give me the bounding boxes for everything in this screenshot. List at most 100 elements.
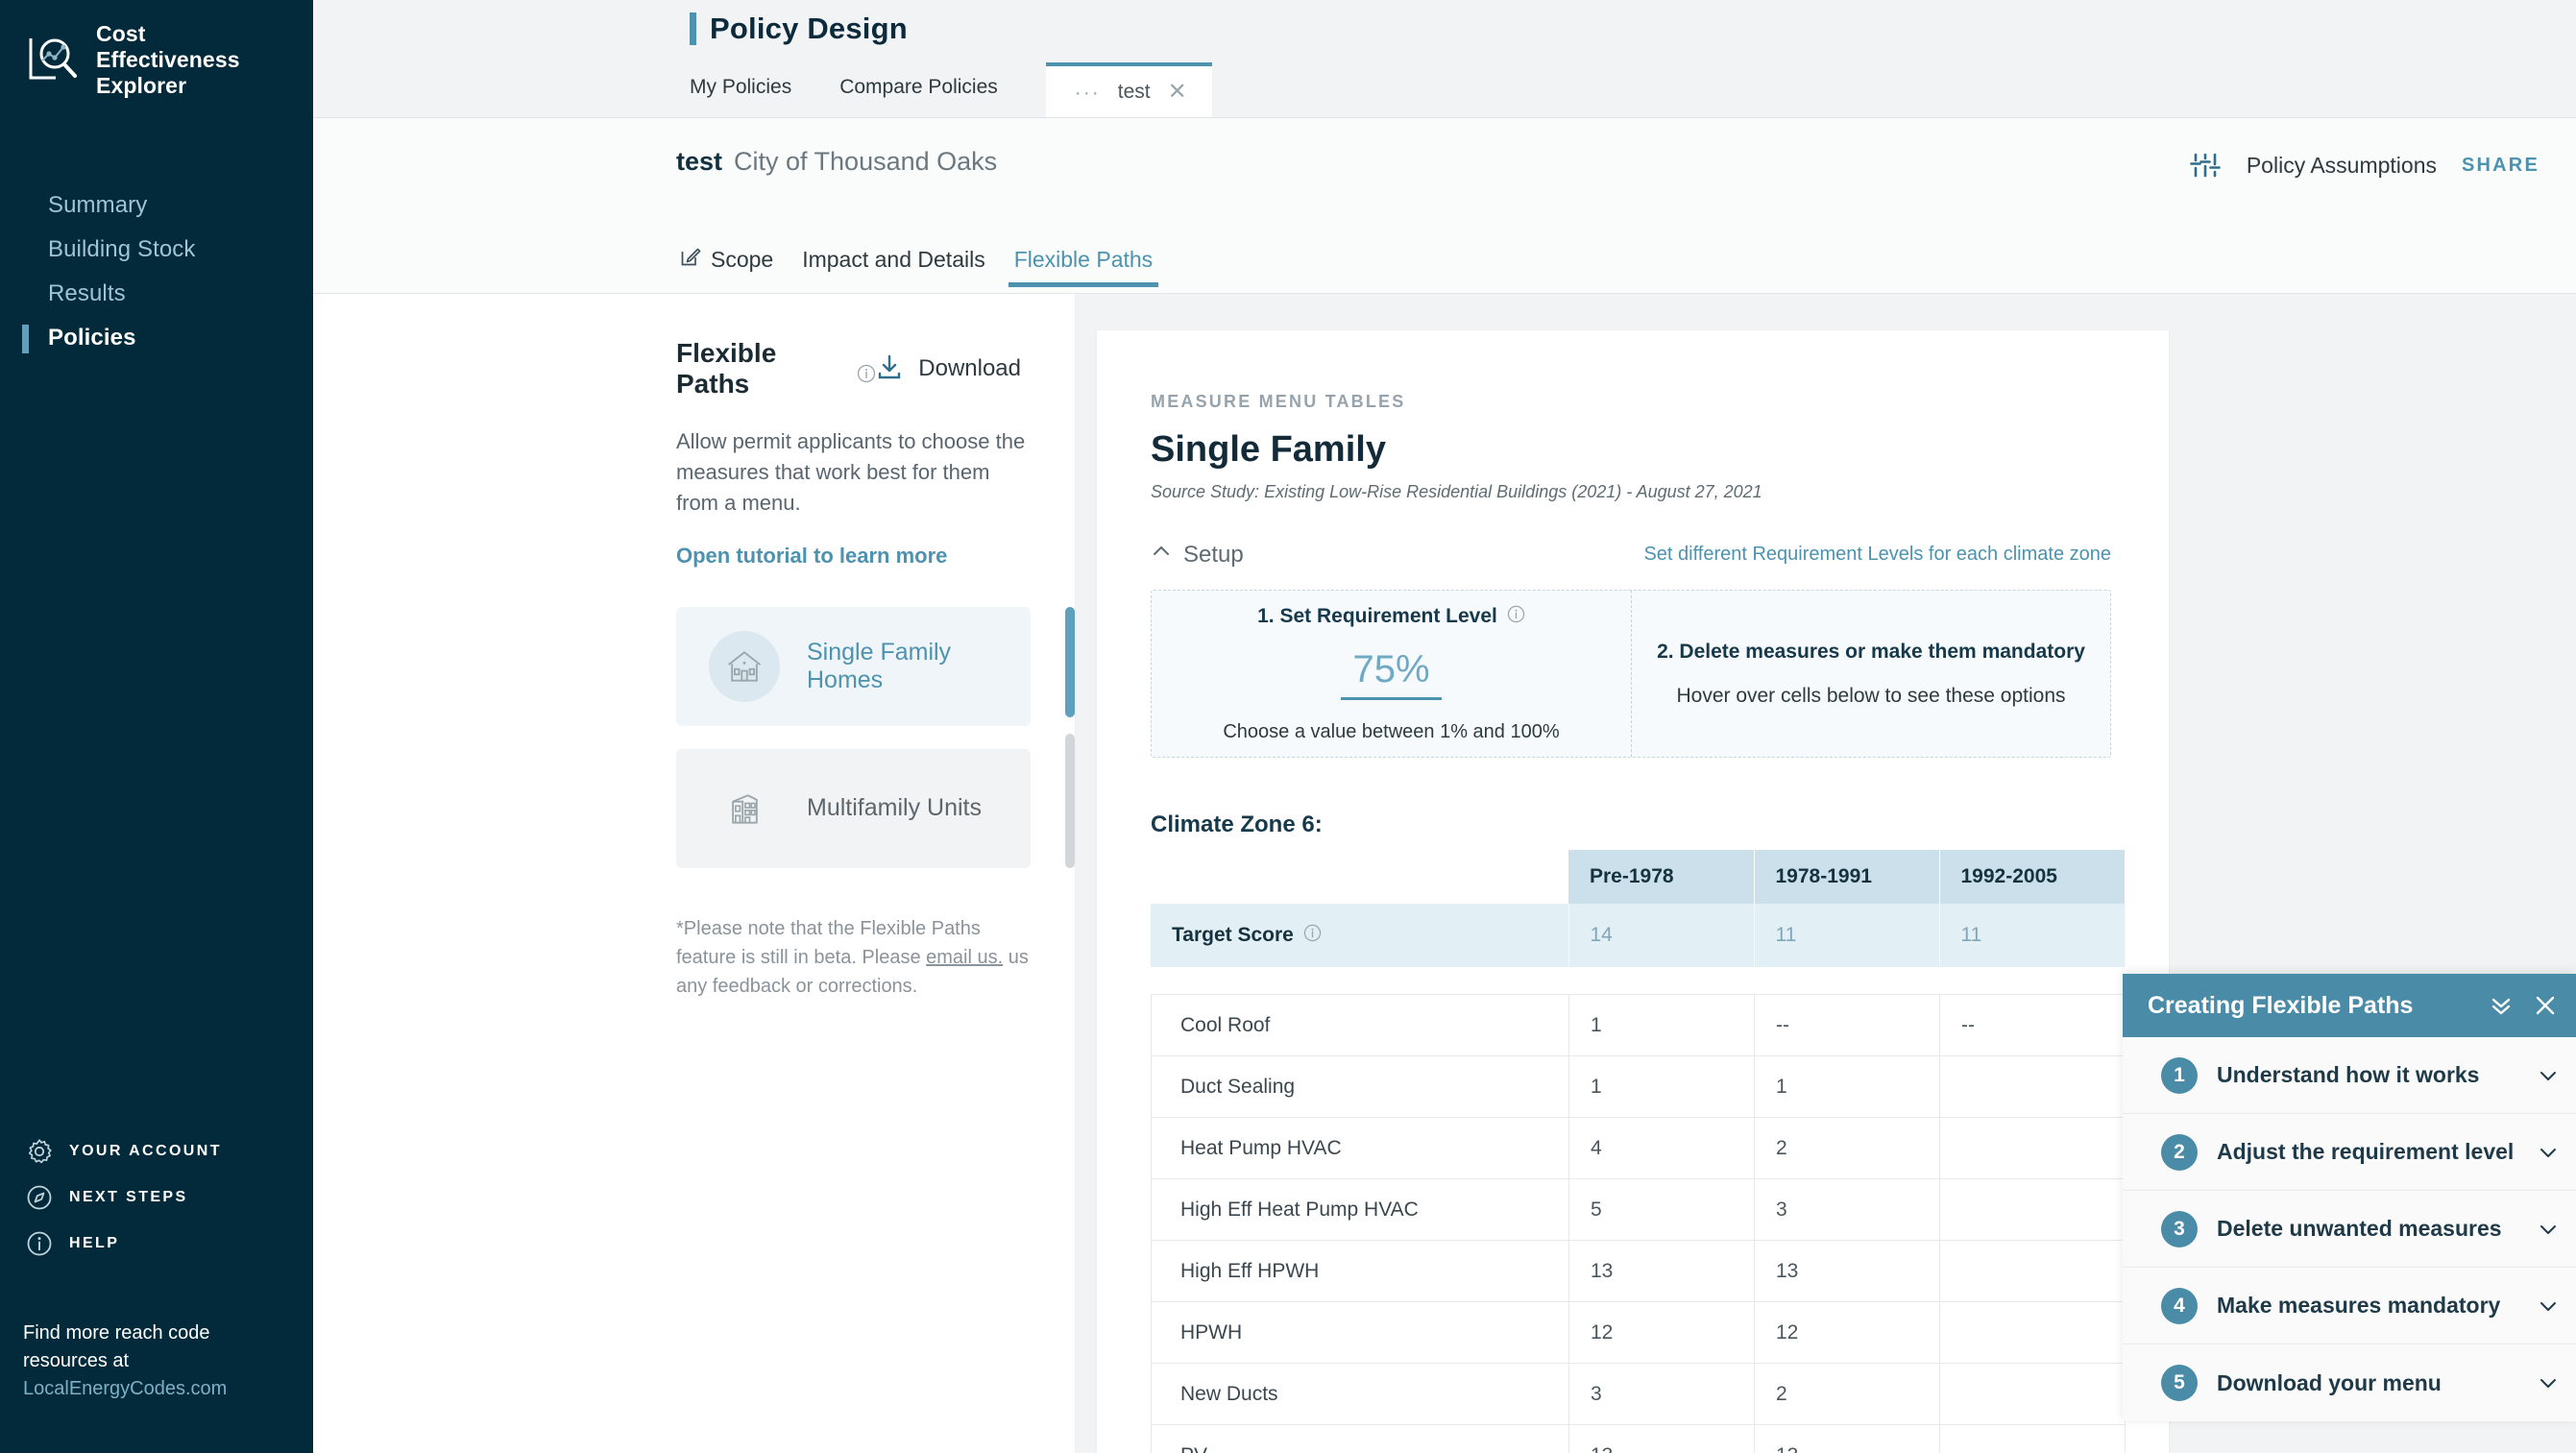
policy-assumptions-button[interactable]: Policy Assumptions [2247, 153, 2437, 179]
table-row[interactable]: HPWH 12 12 [1151, 1301, 2126, 1364]
measure-value[interactable]: 12 [1754, 1301, 1940, 1364]
info-circle-icon[interactable] [1303, 924, 1322, 948]
chevron-down-icon[interactable] [2538, 1372, 2559, 1393]
scrollbar-thumb-secondary[interactable] [1065, 733, 1075, 868]
measure-value[interactable]: 13 [1754, 1424, 1940, 1453]
tutorial-step-5[interactable]: 5 Download your menu [2123, 1344, 2576, 1421]
table-row[interactable]: Heat Pump HVAC 4 2 [1151, 1117, 2126, 1179]
tutorial-step-2[interactable]: 2 Adjust the requirement level [2123, 1114, 2576, 1191]
setup-box: 1. Set Requirement Level 75% Choose a va… [1151, 590, 2111, 758]
tab-compare-policies[interactable]: Compare Policies [839, 76, 998, 118]
sidebar-utility-nav: YOUR ACCOUNT NEXT STEPS HELP [0, 1128, 313, 1267]
table-row[interactable]: Duct Sealing 1 1 [1151, 1055, 2126, 1118]
chevron-down-icon[interactable] [2538, 1296, 2559, 1317]
table-row[interactable]: New Ducts 3 2 [1151, 1363, 2126, 1425]
measure-value[interactable]: 12 [1568, 1301, 1755, 1364]
sidebar-item-help[interactable]: HELP [0, 1221, 313, 1267]
sidebar-item-summary[interactable]: Summary [0, 183, 313, 228]
measure-menu-card: MEASURE MENU TABLES Single Family Source… [1097, 330, 2169, 1453]
share-button[interactable]: SHARE [2462, 155, 2540, 177]
measure-value[interactable]: 3 [1568, 1363, 1755, 1425]
measure-value[interactable]: 4 [1568, 1117, 1755, 1179]
chevron-up-icon [1151, 541, 1172, 569]
table-row[interactable]: High Eff Heat Pump HVAC 5 3 [1151, 1178, 2126, 1241]
open-tutorial-link[interactable]: Open tutorial to learn more [676, 544, 1031, 569]
tutorial-step-label: Adjust the requirement level [2217, 1139, 2515, 1164]
tutorial-step-1[interactable]: 1 Understand how it works [2123, 1037, 2576, 1114]
chevron-down-icon[interactable] [2538, 1142, 2559, 1163]
table-row[interactable]: PV 13 13 [1151, 1424, 2126, 1453]
measure-value[interactable]: 2 [1754, 1117, 1940, 1179]
measure-value[interactable] [1939, 1178, 2126, 1241]
tab-impact-and-details[interactable]: Impact and Details [796, 231, 990, 287]
tutorial-step-4[interactable]: 4 Make measures mandatory [2123, 1268, 2576, 1344]
sidebar-item-label: Summary [48, 192, 148, 219]
close-icon[interactable] [2532, 992, 2559, 1019]
requirement-level-input[interactable]: 75% [1341, 648, 1442, 700]
measure-value[interactable]: 13 [1568, 1240, 1755, 1302]
measure-value[interactable]: 1 [1568, 1055, 1755, 1118]
tutorial-step-3[interactable]: 3 Delete unwanted measures [2123, 1191, 2576, 1268]
scrollbar-thumb[interactable] [1065, 606, 1075, 717]
measure-value[interactable]: 2 [1754, 1363, 1940, 1425]
tab-scope[interactable]: Scope [674, 231, 779, 287]
download-label: Download [918, 355, 1021, 381]
measure-name: HPWH [1151, 1301, 1569, 1364]
tab-my-policies[interactable]: My Policies [690, 76, 791, 118]
setup-step-1-title-text: 1. Set Requirement Level [1257, 605, 1497, 627]
email-us-link[interactable]: email us. [926, 947, 1003, 968]
measure-value[interactable]: 1 [1754, 1055, 1940, 1118]
measure-value[interactable] [1939, 1424, 2126, 1453]
target-score-cell[interactable]: 14 [1568, 904, 1755, 967]
setup-step-2: 2. Delete measures or make them mandator… [1631, 591, 2110, 757]
building-type-card-multifamily[interactable]: Multifamily Units [676, 748, 1031, 868]
chevrons-down-icon[interactable] [2488, 992, 2515, 1019]
sidebar-item-your-account[interactable]: YOUR ACCOUNT [0, 1128, 313, 1175]
measure-value[interactable]: -- [1754, 994, 1940, 1056]
info-circle-icon[interactable] [857, 359, 876, 383]
download-button[interactable]: Download [876, 353, 1021, 385]
measure-value[interactable]: 5 [1568, 1178, 1755, 1241]
subtab-label: Scope [711, 246, 774, 272]
sidebar-item-results[interactable]: Results [0, 272, 313, 316]
set-zone-requirement-link[interactable]: Set different Requirement Levels for eac… [1643, 544, 2111, 566]
target-score-cell[interactable]: 11 [1939, 904, 2126, 967]
flexible-paths-header: Flexible Paths Download [676, 338, 1031, 400]
measure-value[interactable] [1939, 1055, 2126, 1118]
table-row[interactable]: Cool Roof 1 -- -- [1151, 994, 2126, 1056]
compass-icon [25, 1183, 54, 1212]
brand[interactable]: Cost Effectiveness Explorer [0, 0, 313, 99]
setup-toggle[interactable]: Setup [1151, 541, 1244, 569]
close-icon[interactable]: ✕ [1168, 81, 1187, 104]
info-circle-icon[interactable] [1507, 605, 1525, 629]
chevron-down-icon[interactable] [2538, 1219, 2559, 1240]
topbar: Policy Design My Policies Compare Polici… [313, 0, 2576, 118]
sidebar-item-next-steps[interactable]: NEXT STEPS [0, 1175, 313, 1221]
measure-value[interactable]: -- [1939, 994, 2126, 1056]
house-icon [709, 630, 780, 702]
apartment-icon [709, 773, 780, 844]
tab-document-test[interactable]: ··· test ✕ [1045, 62, 1212, 118]
tab-overflow-icon[interactable]: ··· [1075, 83, 1101, 103]
tab-flexible-paths[interactable]: Flexible Paths [1008, 231, 1159, 287]
building-type-list: Single Family Homes Multifamily Units [676, 606, 1075, 868]
measure-value[interactable]: 3 [1754, 1178, 1940, 1241]
sidebar-item-building-stock[interactable]: Building Stock [0, 228, 313, 272]
measure-value[interactable]: 13 [1754, 1240, 1940, 1302]
measure-value[interactable] [1939, 1301, 2126, 1364]
sidebar-footer-link[interactable]: LocalEnergyCodes.com [23, 1375, 292, 1403]
sidebar-item-policies[interactable]: Policies [0, 316, 313, 360]
sliders-icon[interactable] [2189, 149, 2222, 182]
building-list-scrollbar[interactable] [1065, 606, 1075, 868]
measure-value[interactable]: 13 [1568, 1424, 1755, 1453]
tutorial-step-label: Download your menu [2217, 1369, 2442, 1395]
building-type-card-single-family[interactable]: Single Family Homes [676, 606, 1031, 726]
measure-value[interactable] [1939, 1117, 2126, 1179]
measure-value[interactable] [1939, 1363, 2126, 1425]
chevron-down-icon[interactable] [2538, 1065, 2559, 1086]
table-row[interactable]: High Eff HPWH 13 13 [1151, 1240, 2126, 1302]
measure-value[interactable] [1939, 1240, 2126, 1302]
measure-value[interactable]: 1 [1568, 994, 1755, 1056]
target-score-cell[interactable]: 11 [1754, 904, 1940, 967]
sidebar-utility-label: HELP [69, 1235, 120, 1251]
